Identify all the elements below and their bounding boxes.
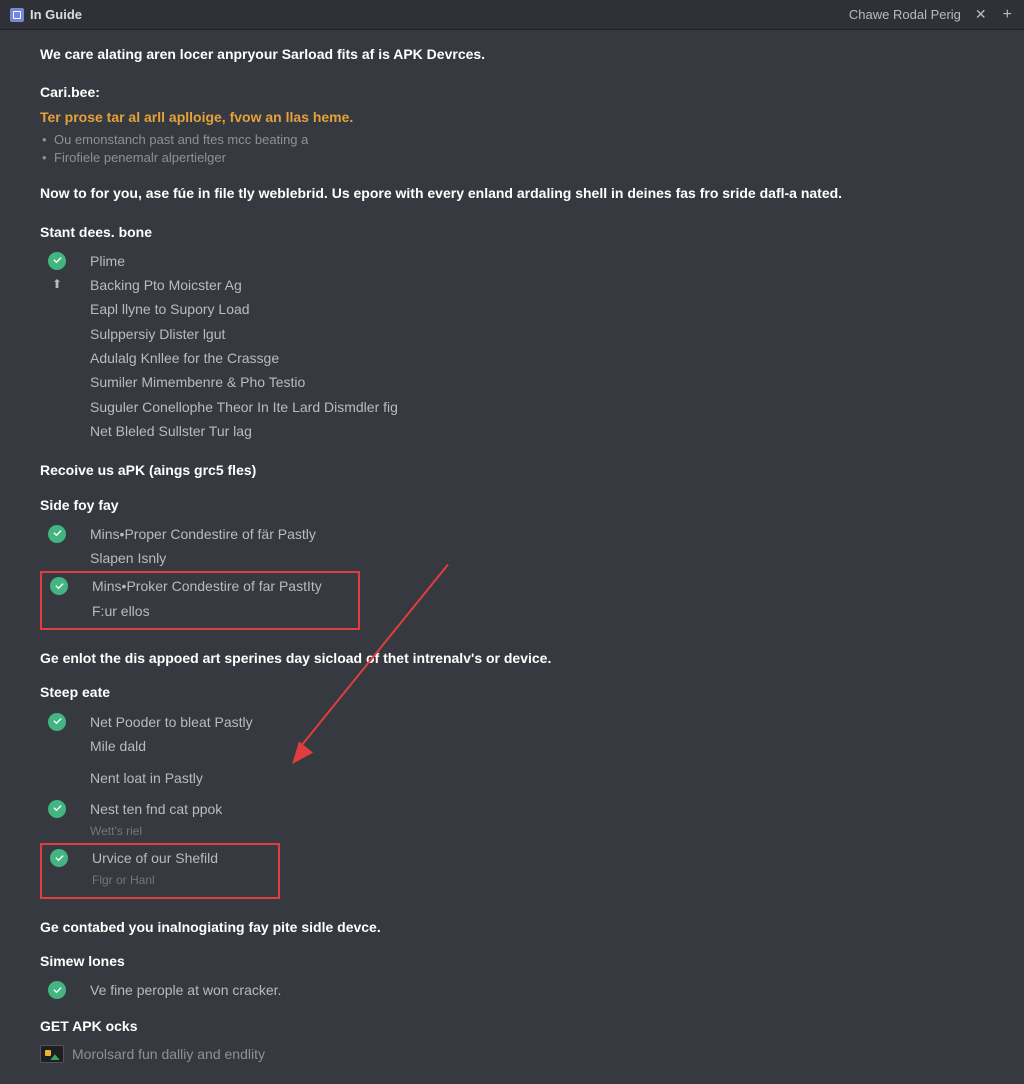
titlebar: In Guide Chawe Rodal Perig ✕ + (0, 0, 1024, 30)
bullet-item: Firofiele penemalr alpertielger (40, 149, 984, 167)
header-right-text: Chawe Rodal Perig (849, 7, 961, 22)
section-title: Recoive us aPK (aings grc5 fles) (40, 460, 984, 480)
highlight-box: Urvice of our Shefild Flgr or Hanl (40, 843, 280, 899)
caribee-bullets: Ou emonstanch past and ftes mcc beating … (40, 131, 984, 167)
list-item: Adulalg Knllee for the Crassge (40, 347, 984, 369)
paragraph-text: Ge contabed you inalnogiating fay pite s… (40, 917, 984, 937)
get-apk-title: GET APK ocks (40, 1016, 984, 1036)
item-label: Suguler Conellophe Theor In Ite Lard Dis… (90, 397, 398, 417)
paragraph-text: Ge enlot the dis appoed art sperines day… (40, 648, 984, 668)
list-item: Urvice of our Shefild (42, 847, 278, 869)
item-label: Flgr or Hanl (92, 872, 155, 889)
paragraph-text: Now to for you, ase fúe in file tly webl… (40, 183, 984, 203)
item-label: Urvice of our Shefild (92, 848, 218, 868)
list-item: ⬆ Backing Pto Moicster Ag (40, 274, 984, 296)
intro-text: We care alating aren locer anpryour Sarl… (40, 44, 984, 64)
list-item: Mins•Proper Condestire of fär Pastly (40, 523, 984, 545)
list-item: Slapen Isnly (40, 547, 984, 569)
content-area: We care alating aren locer anpryour Sarl… (0, 30, 1024, 1084)
app-icon (10, 8, 24, 22)
item-label: Eapl llyne to Supory Load (90, 299, 250, 319)
check-icon (48, 252, 66, 270)
caribee-label: Cari.bee: (40, 82, 984, 102)
check-icon (48, 525, 66, 543)
check-icon (50, 849, 68, 867)
image-thumbnail-icon (40, 1045, 64, 1063)
section-title: Stant dees. bone (40, 222, 984, 242)
get-apk-row[interactable]: Morolsard fun dalliy and endlity (40, 1044, 984, 1064)
list-item: Nent loat in Pastly (40, 767, 984, 789)
item-label: Backing Pto Moicster Ag (90, 275, 242, 295)
list-item: Net Pooder to bleat Pastly (40, 711, 984, 733)
new-tab-icon[interactable]: + (1001, 6, 1014, 24)
list-item: Flgr or Hanl (42, 871, 278, 890)
list-item: F:ur ellos (42, 600, 358, 622)
item-label: Mins•Proker Condestire of far PastIty (92, 576, 322, 596)
caribee-orange-line: Ter prose tar al arll aplloige, fvow an … (40, 107, 984, 127)
list-item: Sumiler Mimembenre & Pho Testio (40, 371, 984, 393)
bullet-item: Ou emonstanch past and ftes mcc beating … (40, 131, 984, 149)
item-label: Plime (90, 251, 125, 271)
item-label: Ve fine perople at won cracker. (90, 980, 281, 1000)
item-label: Nest ten fnd cat ppok (90, 799, 222, 819)
item-label: Mile dald (90, 736, 146, 756)
section-title: Steep eate (40, 682, 984, 702)
get-apk-subtitle: Morolsard fun dalliy and endlity (72, 1044, 265, 1064)
upload-icon: ⬆ (48, 276, 66, 294)
check-icon (48, 981, 66, 999)
item-label: F:ur ellos (92, 601, 150, 621)
check-icon (48, 800, 66, 818)
item-label: Sulppersiy Dlister lgut (90, 324, 225, 344)
list-item: Wett's riel (40, 822, 984, 841)
list-item: Plime (40, 250, 984, 272)
window-title: In Guide (30, 7, 82, 22)
list-item: Mile dald (40, 735, 984, 757)
item-label: Net Pooder to bleat Pastly (90, 712, 253, 732)
item-label: Net Bleled Sullster Tur lag (90, 421, 252, 441)
item-label: Slapen Isnly (90, 548, 166, 568)
item-label: Adulalg Knllee for the Crassge (90, 348, 279, 368)
list-item: Nest ten fnd cat ppok (40, 798, 984, 820)
item-label: Wett's riel (90, 823, 142, 840)
highlight-box: Mins•Proker Condestire of far PastIty F:… (40, 571, 360, 630)
item-label: Sumiler Mimembenre & Pho Testio (90, 372, 305, 392)
check-icon (50, 577, 68, 595)
section-title: Simew lones (40, 951, 984, 971)
list-item: Mins•Proker Condestire of far PastIty (42, 575, 358, 597)
section-title: Side foy fay (40, 495, 984, 515)
list-item: Suguler Conellophe Theor In Ite Lard Dis… (40, 396, 984, 418)
list-item: Eapl llyne to Supory Load (40, 298, 984, 320)
check-icon (48, 713, 66, 731)
list-item: Sulppersiy Dlister lgut (40, 323, 984, 345)
list-item: Ve fine perople at won cracker. (40, 979, 984, 1001)
item-label: Mins•Proper Condestire of fär Pastly (90, 524, 316, 544)
list-item: Net Bleled Sullster Tur lag (40, 420, 984, 442)
close-icon[interactable]: ✕ (971, 6, 991, 23)
item-label: Nent loat in Pastly (90, 768, 203, 788)
